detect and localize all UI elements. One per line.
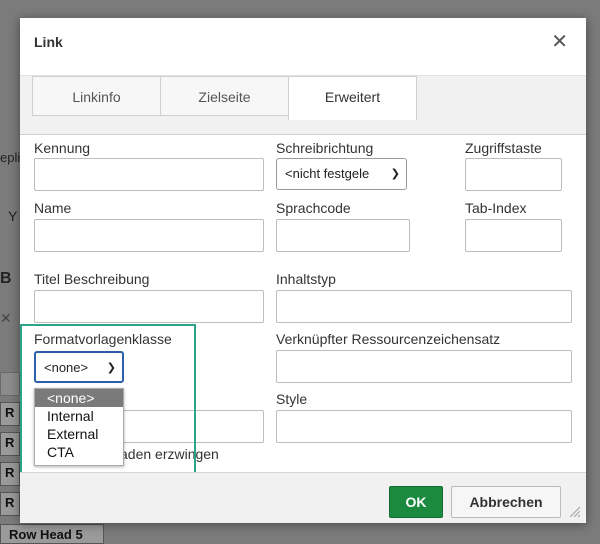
tab-zielseite[interactable]: Zielseite [160, 76, 289, 116]
inhaltstyp-input[interactable] [276, 290, 572, 323]
sprachcode-input[interactable] [276, 219, 410, 252]
tab-index-label: Tab-Index [465, 200, 527, 216]
tab-label: Linkinfo [72, 89, 121, 105]
bg-row-cell: R [0, 492, 20, 516]
bg-row-head: Row Head 5 [0, 524, 104, 544]
bg-row-cell: R [0, 402, 20, 426]
ressourcen-label: Verknüpfter Ressourcenzeichensatz [276, 331, 501, 347]
bg-row-letter: R [5, 405, 15, 420]
kennung-label: Kennung [34, 140, 91, 156]
tab-label: Zielseite [198, 89, 251, 105]
option-internal[interactable]: Internal [35, 407, 123, 425]
download-checkbox-label: aden erzwingen [120, 446, 219, 462]
schreibrichtung-select[interactable]: <nicht festgele ❯ [276, 158, 407, 190]
bg-row-cell: R [0, 432, 20, 456]
chevron-down-icon: ❯ [106, 362, 116, 374]
cancel-button[interactable]: Abbrechen [451, 486, 561, 518]
tab-linkinfo[interactable]: Linkinfo [32, 76, 161, 116]
ok-button[interactable]: OK [389, 486, 443, 518]
bg-close-fragment: ✕ [0, 310, 12, 326]
chevron-down-icon: ❯ [390, 168, 400, 180]
resize-handle-icon[interactable] [568, 505, 580, 517]
formatvorlagenklasse-options: <none> Internal External CTA [34, 388, 124, 466]
name-input[interactable] [34, 219, 264, 252]
tab-bar: Linkinfo Zielseite Erweitert [20, 75, 586, 135]
style-label: Style [276, 391, 308, 407]
dialog-title: Link [34, 34, 63, 50]
bg-row-letter: R [5, 465, 15, 480]
option-none[interactable]: <none> [35, 389, 123, 407]
sprachcode-label: Sprachcode [276, 200, 351, 216]
tab-erweitert[interactable]: Erweitert [288, 76, 417, 120]
kennung-input[interactable] [34, 158, 264, 191]
bg-row-head-label: Row Head 5 [9, 527, 83, 542]
style-input[interactable] [276, 410, 572, 443]
bg-row-cell: R [0, 462, 20, 486]
bg-text-fragment: Y [8, 208, 18, 224]
bg-text-fragment: epli [0, 150, 21, 165]
name-label: Name [34, 200, 72, 216]
titel-input[interactable] [34, 290, 264, 323]
ressourcen-input[interactable] [276, 350, 572, 383]
bg-row-letter: R [5, 495, 15, 510]
zugriffstaste-label: Zugriffstaste [465, 140, 542, 156]
option-external[interactable]: External [35, 425, 123, 443]
close-icon[interactable]: ✕ [551, 32, 568, 52]
bg-row-letter: R [5, 435, 15, 450]
bg-table-cell [0, 372, 20, 396]
tab-index-input[interactable] [465, 219, 562, 252]
tab-label: Erweitert [324, 89, 381, 105]
titel-label: Titel Beschreibung [34, 271, 150, 287]
zugriffstaste-input[interactable] [465, 158, 562, 191]
select-value: <none> [44, 360, 89, 375]
dialog-footer: OK Abbrechen [20, 472, 586, 523]
link-dialog: Link ✕ Linkinfo Zielseite Erweitert Kenn… [20, 18, 586, 523]
formatvorlagenklasse-label: Formatvorlagenklasse [34, 331, 172, 347]
schreibrichtung-label: Schreibrichtung [276, 140, 374, 156]
formatvorlagenklasse-select[interactable]: <none> ❯ [34, 351, 124, 383]
inhaltstyp-label: Inhaltstyp [276, 271, 336, 287]
option-cta[interactable]: CTA [35, 443, 123, 461]
select-value: <nicht festgele [285, 166, 370, 181]
bg-text-fragment: B [0, 270, 12, 287]
